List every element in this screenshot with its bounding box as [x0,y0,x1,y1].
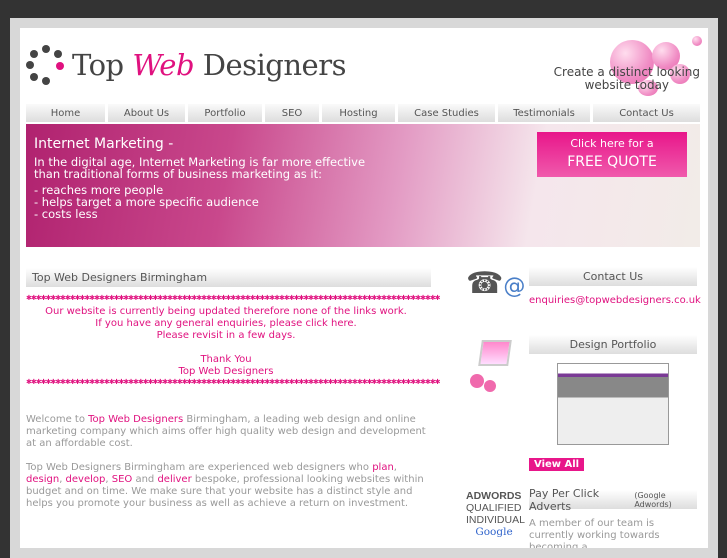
ppc-text: A member of our team is currently workin… [529,518,660,548]
nav-case-studies[interactable]: Case Studies [398,104,495,122]
free-quote-button[interactable]: Click here for a FREE QUOTE [537,132,687,177]
nav-seo[interactable]: SEO [265,104,319,122]
email-link[interactable]: enquiries@topwebdesigners.co.uk [529,295,701,306]
nav-portfolio[interactable]: Portfolio [188,104,262,122]
intro-paragraph: Welcome to Top Web Designers Birmingham,… [26,414,426,449]
portfolio-heading: Design Portfolio [529,335,697,354]
main-nav: Home About Us Portfolio SEO Hosting Case… [26,104,700,122]
nav-testimonials[interactable]: Testimonials [498,104,590,122]
main-heading: Top Web Designers Birmingham [26,268,431,287]
company-link[interactable]: Top Web Designers [88,414,183,425]
banner-bullet: - helps target a more specific audience [34,195,259,209]
nav-about-us[interactable]: About Us [108,104,185,122]
contact-heading: Contact Us [529,267,697,286]
enquiries-link[interactable]: If you have any general enquiries, pleas… [26,318,426,330]
deliver-link[interactable]: deliver [157,474,191,485]
design-link[interactable]: design [26,474,59,485]
nav-contact-us[interactable]: Contact Us [593,104,700,122]
develop-link[interactable]: develop [66,474,106,485]
seo-link[interactable]: SEO [112,474,133,485]
nav-home[interactable]: Home [26,104,105,122]
update-notice: Our website is currently being updated t… [26,306,426,378]
view-all-button[interactable]: View All [529,458,585,471]
plan-link[interactable]: plan [372,462,394,473]
ppc-heading: Pay Per Click Adverts (Google Adwords) [529,487,697,513]
star-divider: ✱✱✱✱✱✱✱✱✱✱✱✱✱✱✱✱✱✱✱✱✱✱✱✱✱✱✱✱✱✱✱✱✱✱✱✱✱✱✱✱… [26,378,441,386]
services-paragraph: Top Web Designers Birmingham are experie… [26,462,424,509]
portfolio-thumbnail[interactable] [557,363,669,445]
star-divider: ✱✱✱✱✱✱✱✱✱✱✱✱✱✱✱✱✱✱✱✱✱✱✱✱✱✱✱✱✱✱✱✱✱✱✱✱✱✱✱✱… [26,294,441,302]
phone-email-icon: ☎@ [466,266,526,301]
tagline: Create a distinct looking website today [553,65,700,92]
logo[interactable]: Top Web Designers [26,44,346,86]
nav-hosting[interactable]: Hosting [322,104,395,122]
laptop-cd-icon [468,340,514,392]
page: Top Web Designers Create a distinct look… [20,28,708,548]
adwords-badge: ADWORDS QUALIFIED INDIVIDUAL Google [466,490,525,538]
banner-bullet: - costs less [34,207,98,221]
logo-dots-icon [26,45,66,85]
